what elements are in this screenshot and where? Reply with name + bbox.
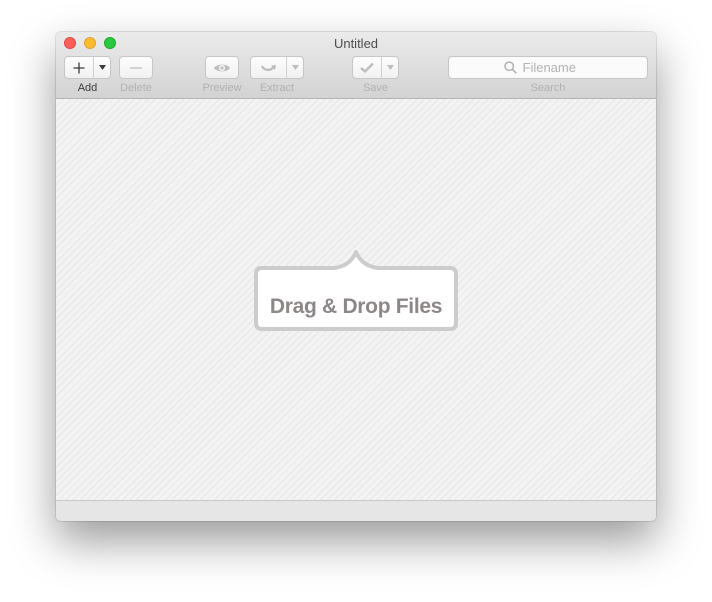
preview-button[interactable] <box>205 56 239 79</box>
window-title: Untitled <box>333 36 379 51</box>
eye-icon <box>214 64 230 71</box>
add-label: Add <box>77 82 98 94</box>
dropdown-arrow-icon <box>291 65 299 70</box>
add-button[interactable] <box>65 57 93 78</box>
add-button-group <box>64 56 111 79</box>
extract-arrow-icon <box>260 64 276 71</box>
save-button[interactable] <box>353 57 381 78</box>
file-drop-area[interactable]: Drag & Drop Files <box>56 99 656 500</box>
save-label: Save <box>362 82 389 94</box>
minus-icon <box>130 66 142 69</box>
extract-menu-button[interactable] <box>286 57 303 78</box>
save-menu-button[interactable] <box>381 57 398 78</box>
plus-icon <box>73 62 85 73</box>
save-button-group <box>352 56 399 79</box>
drag-drop-bubble: Drag & Drop Files <box>254 247 458 331</box>
search-field[interactable] <box>448 56 648 79</box>
extract-button-group <box>250 56 304 79</box>
app-window: Untitled Add Delete Preview Extract Save… <box>56 32 656 521</box>
search-icon <box>503 61 517 74</box>
extract-button[interactable] <box>251 57 286 78</box>
checkmark-icon <box>360 62 374 73</box>
delete-button[interactable] <box>119 56 153 79</box>
extract-label: Extract <box>259 82 295 94</box>
dropdown-arrow-icon <box>98 65 106 70</box>
dropdown-arrow-icon <box>386 65 394 70</box>
add-menu-button[interactable] <box>93 57 110 78</box>
title-bar: Untitled Add Delete Preview Extract Save… <box>56 32 656 99</box>
search-label: Search <box>530 82 566 94</box>
drag-drop-label: Drag & Drop Files <box>269 295 443 318</box>
search-input[interactable] <box>522 60 593 75</box>
status-bar <box>56 500 656 521</box>
delete-label: Delete <box>120 82 152 94</box>
preview-label: Preview <box>202 82 242 94</box>
